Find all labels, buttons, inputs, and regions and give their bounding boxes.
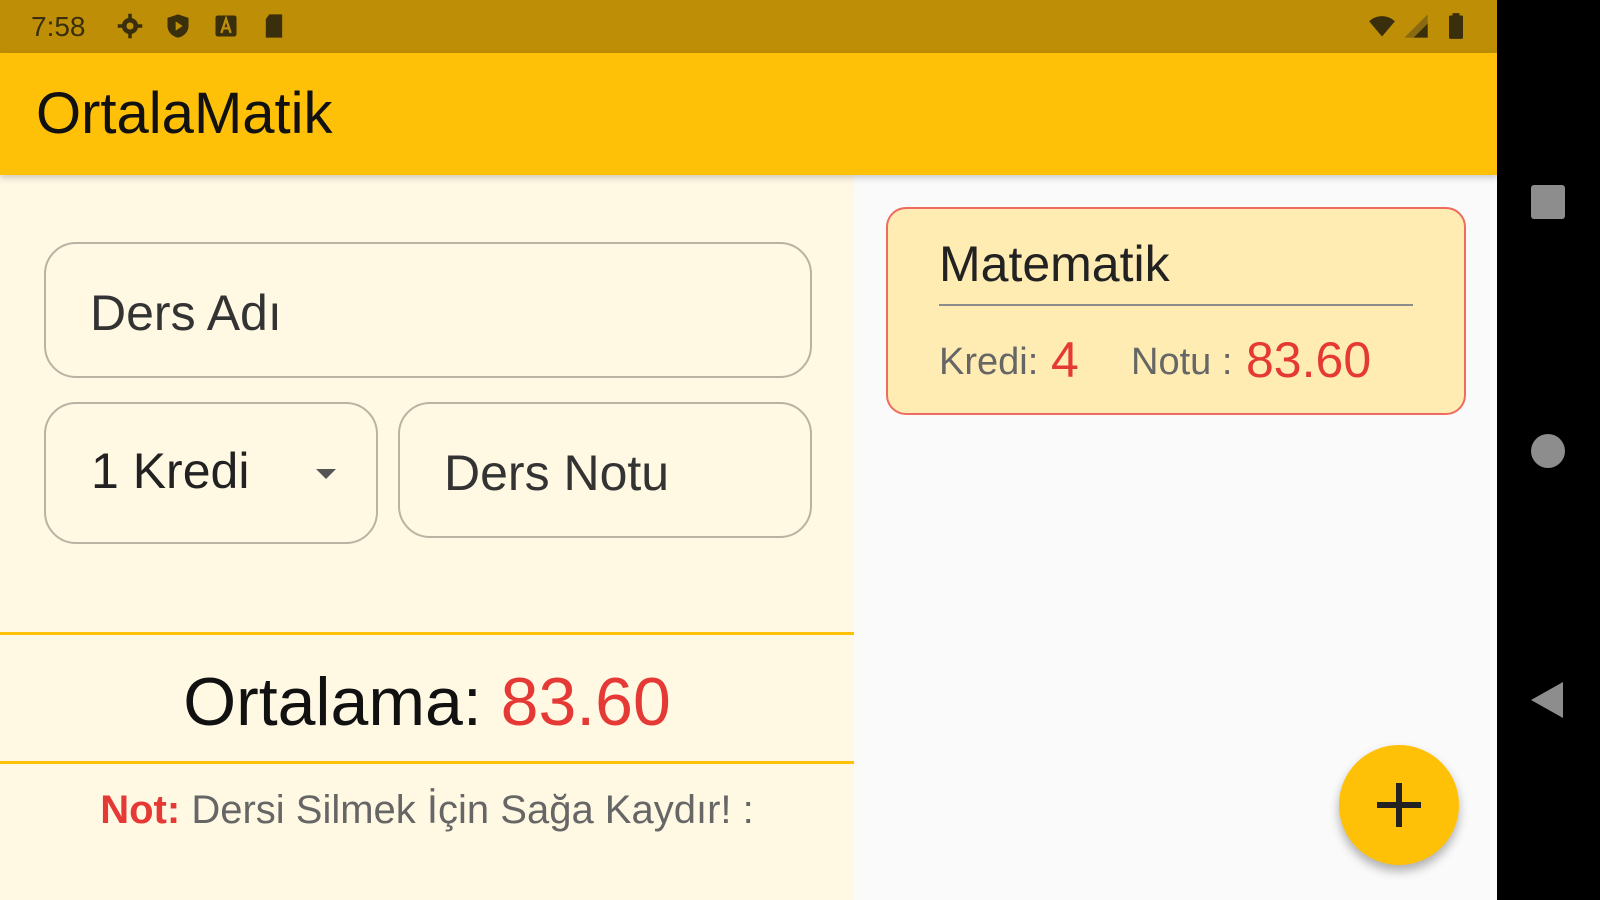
hint-label: Not: (100, 788, 181, 832)
battery-icon (1449, 13, 1463, 39)
course-grade-input[interactable]: Ders Notu (398, 402, 812, 538)
grade-label: Notu : (1131, 341, 1233, 383)
app-bar: OrtalaMatik (0, 53, 1497, 175)
course-card[interactable]: Matematik Kredi: 4 Notu : 83.60 (886, 207, 1466, 415)
grade-value: 83.60 (1246, 332, 1372, 388)
status-bar: 7:58 (0, 0, 1497, 53)
credit-selected-value: 1 Kredi (91, 443, 250, 499)
course-name-input[interactable]: Ders Adı (44, 242, 812, 378)
course-grade-placeholder: Ders Notu (444, 445, 670, 501)
app-title: OrtalaMatik (36, 81, 333, 146)
average-label: Ortalama: (183, 664, 482, 740)
credit-label: Kredi: (939, 341, 1039, 383)
course-name: Matematik (939, 236, 1170, 292)
hint-message: Dersi Silmek İçin Sağa Kaydır! : (191, 788, 754, 832)
app-screen: 7:58 OrtalaMatik Ders Adı 1 Kredi Ders N… (0, 0, 1497, 900)
dropdown-arrow-icon (316, 469, 336, 479)
average-bar: Ortalama: 83.60 (0, 632, 854, 764)
add-course-button[interactable] (1339, 745, 1459, 865)
settings-icon (117, 13, 143, 39)
status-time: 7:58 (31, 11, 86, 42)
font-icon (215, 15, 237, 37)
credit-value: 4 (1051, 332, 1079, 388)
wifi-icon (1369, 16, 1395, 37)
credit-dropdown[interactable]: 1 Kredi (44, 402, 378, 544)
average-value: 83.60 (500, 664, 671, 740)
play-protect-icon (167, 14, 189, 38)
course-name-placeholder: Ders Adı (90, 285, 282, 341)
hint-text: Not: Dersi Silmek İçin Sağa Kaydır! : (0, 788, 854, 833)
back-button[interactable] (1531, 682, 1563, 718)
card-divider (939, 304, 1413, 306)
home-button[interactable] (1531, 434, 1565, 468)
sd-card-icon (265, 14, 283, 38)
recents-button[interactable] (1531, 185, 1565, 219)
signal-icon (1404, 14, 1428, 38)
average-text: Ortalama: 83.60 (0, 663, 854, 741)
